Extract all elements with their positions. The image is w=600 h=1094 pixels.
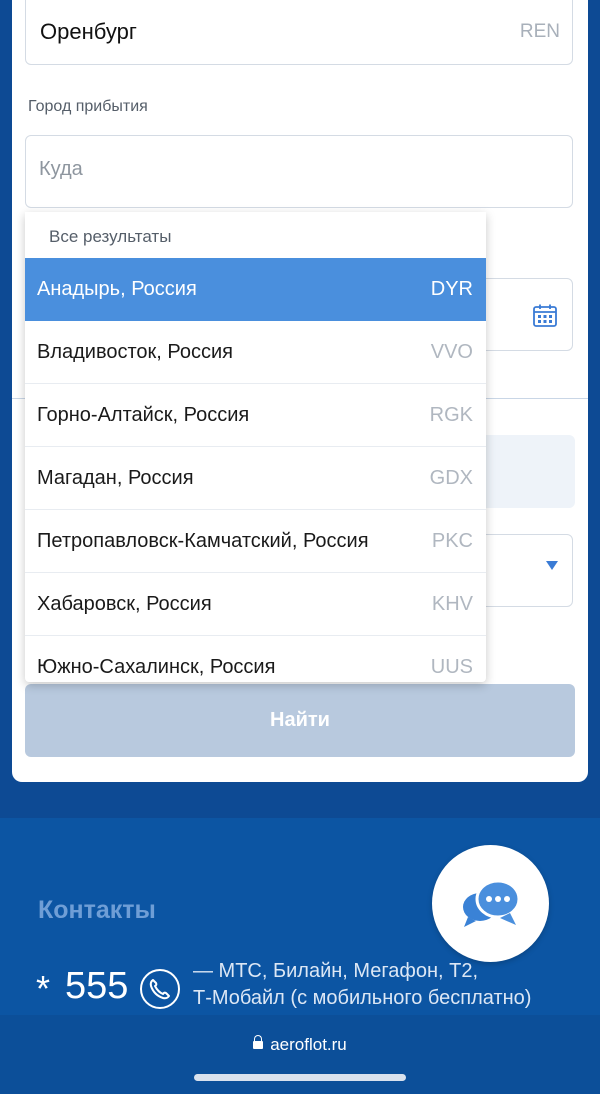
suggestion-name: Петропавловск-Камчатский, Россия [37,530,369,552]
suggestion-item-khabarovsk[interactable]: Хабаровск, Россия KHV [25,573,486,636]
origin-city: Оренбург [40,19,137,44]
chat-button[interactable] [432,845,549,962]
chat-icon [463,879,521,927]
suggestion-item-petropavlovsk[interactable]: Петропавловск-Камчатский, Россия PKC [25,510,486,573]
suggestion-code: RGK [429,404,473,426]
lock-icon [253,1035,264,1049]
suggestion-name: Горно-Алтайск, Россия [37,404,250,426]
suggestion-item-yuzhno-sakhalinsk[interactable]: Южно-Сахалинск, Россия UUS [25,636,486,682]
url-display: aeroflot.ru [0,1035,600,1055]
home-indicator[interactable] [194,1074,406,1081]
phone-icon[interactable] [139,968,181,1010]
calendar-icon[interactable] [532,303,558,329]
suggestion-name: Анадырь, Россия [37,278,197,300]
suggestion-code: GDX [429,467,473,489]
suggestion-item-gorno-altaysk[interactable]: Горно-Алтайск, Россия RGK [25,384,486,447]
suggestion-item-anadyr[interactable]: Анадырь, Россия DYR [25,258,486,321]
url-text: aeroflot.ru [270,1035,347,1054]
suggestion-item-vladivostok[interactable]: Владивосток, Россия VVO [25,321,486,384]
suggestion-name: Магадан, Россия [37,467,194,489]
phone-desc-line1: — МТС, Билайн, Мегафон, T2, [193,960,479,982]
arrival-input[interactable] [39,158,539,181]
dropdown-header-label: Все результаты [49,227,172,246]
suggestion-code: UUS [430,656,473,678]
arrival-label: Город прибытия [28,98,148,115]
suggestion-code: PKC [431,530,473,552]
arrival-field[interactable] [25,135,573,208]
phone-number[interactable]: 555 [65,965,128,1008]
origin-code: REN [519,21,560,42]
phone-description: — МТС, Билайн, Мегафон, T2, Т-Мобайл (с … [193,958,593,1012]
search-button[interactable]: Найти [25,684,575,757]
city-suggestions-dropdown: Все результаты Анадырь, Россия DYR Влади… [25,212,486,682]
suggestion-name: Южно-Сахалинск, Россия [37,656,276,678]
origin-field[interactable]: Оренбург REN [25,0,573,65]
browser-url-bar[interactable]: aeroflot.ru [0,1015,600,1094]
phone-desc-line2: Т-Мобайл (с мобильного бесплатно) [193,987,532,1009]
suggestion-code: VVO [430,341,473,363]
contacts-title: Контакты [38,896,156,924]
phone-star: * [36,968,51,1009]
suggestion-code: DYR [430,278,473,300]
suggestion-code: KHV [431,593,473,615]
suggestion-item-magadan[interactable]: Магадан, Россия GDX [25,447,486,510]
suggestion-name: Владивосток, Россия [37,341,234,363]
chevron-down-icon[interactable] [546,561,558,570]
dropdown-header: Все результаты [25,212,486,258]
suggestion-name: Хабаровск, Россия [37,593,212,615]
